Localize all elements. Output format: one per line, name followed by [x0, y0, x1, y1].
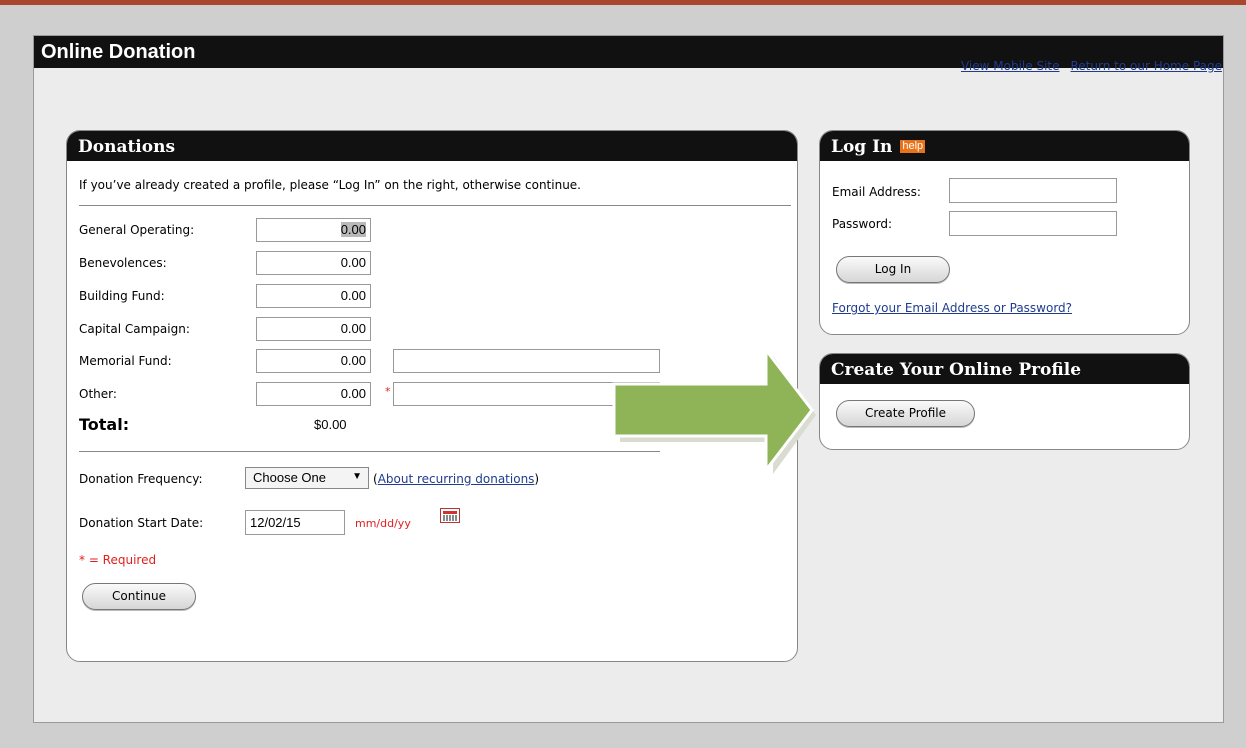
memorial-fund-amount-input[interactable]: 0.00 — [256, 349, 371, 373]
view-mobile-site-link[interactable]: View Mobile Site — [961, 59, 1060, 73]
fund-label: Benevolences: — [79, 256, 167, 270]
frequency-label: Donation Frequency: — [79, 472, 203, 486]
help-badge[interactable]: help — [900, 140, 926, 153]
divider — [79, 205, 791, 206]
password-label: Password: — [832, 217, 893, 231]
capital-campaign-amount-input[interactable]: 0.00 — [256, 317, 371, 341]
top-links: View Mobile Site Return to our Home Page — [961, 59, 1222, 73]
forgot-credentials-link[interactable]: Forgot your Email Address or Password? — [832, 301, 1072, 315]
create-profile-panel: Create Your Online Profile Create Profil… — [819, 353, 1190, 450]
frequency-selected-value: Choose One — [253, 470, 326, 485]
fund-label: General Operating: — [79, 223, 195, 237]
login-button[interactable]: Log In — [836, 256, 950, 283]
forgot-credentials: Forgot your Email Address or Password? — [832, 301, 1072, 315]
home-page-link[interactable]: Return to our Home Page — [1071, 59, 1223, 73]
password-field[interactable] — [949, 211, 1117, 236]
total-label: Total: — [79, 415, 130, 434]
building-fund-amount-input[interactable]: 0.00 — [256, 284, 371, 308]
login-panel: Log In help Email Address: Password: Log… — [819, 130, 1190, 335]
donations-title: Donations — [67, 131, 797, 161]
other-amount-input[interactable]: 0.00 — [256, 382, 371, 406]
divider — [79, 451, 660, 452]
required-marker: * — [385, 385, 391, 398]
total-value: $0.00 — [314, 417, 347, 432]
email-field[interactable] — [949, 178, 1117, 203]
top-accent-rule — [0, 0, 1246, 5]
date-format-hint: mm/dd/yy — [355, 517, 411, 530]
fund-label: Memorial Fund: — [79, 354, 172, 368]
required-note: * = Required — [79, 553, 157, 567]
arrow-right-icon — [612, 346, 816, 475]
about-recurring-donations-link[interactable]: About recurring donations — [378, 472, 535, 486]
donations-intro: If you’ve already created a profile, ple… — [79, 178, 581, 192]
recurring-info: (About recurring donations) — [373, 472, 540, 486]
start-date-label: Donation Start Date: — [79, 516, 204, 530]
login-title: Log In help — [820, 131, 1189, 161]
calendar-icon[interactable] — [440, 508, 460, 523]
start-date-input[interactable]: 12/02/15 — [245, 510, 345, 535]
fund-label: Building Fund: — [79, 289, 165, 303]
benevolences-amount-input[interactable]: 0.00 — [256, 251, 371, 275]
fund-label: Capital Campaign: — [79, 322, 190, 336]
email-label: Email Address: — [832, 185, 921, 199]
frequency-select[interactable]: Choose One ▼ — [245, 467, 369, 489]
create-profile-button[interactable]: Create Profile — [836, 400, 975, 427]
general-operating-amount-input[interactable]: 0.00 — [256, 218, 371, 242]
fund-label: Other: — [79, 387, 117, 401]
create-profile-title: Create Your Online Profile — [820, 354, 1189, 384]
continue-button[interactable]: Continue — [82, 583, 196, 610]
triangle-down-icon: ▼ — [352, 471, 362, 482]
